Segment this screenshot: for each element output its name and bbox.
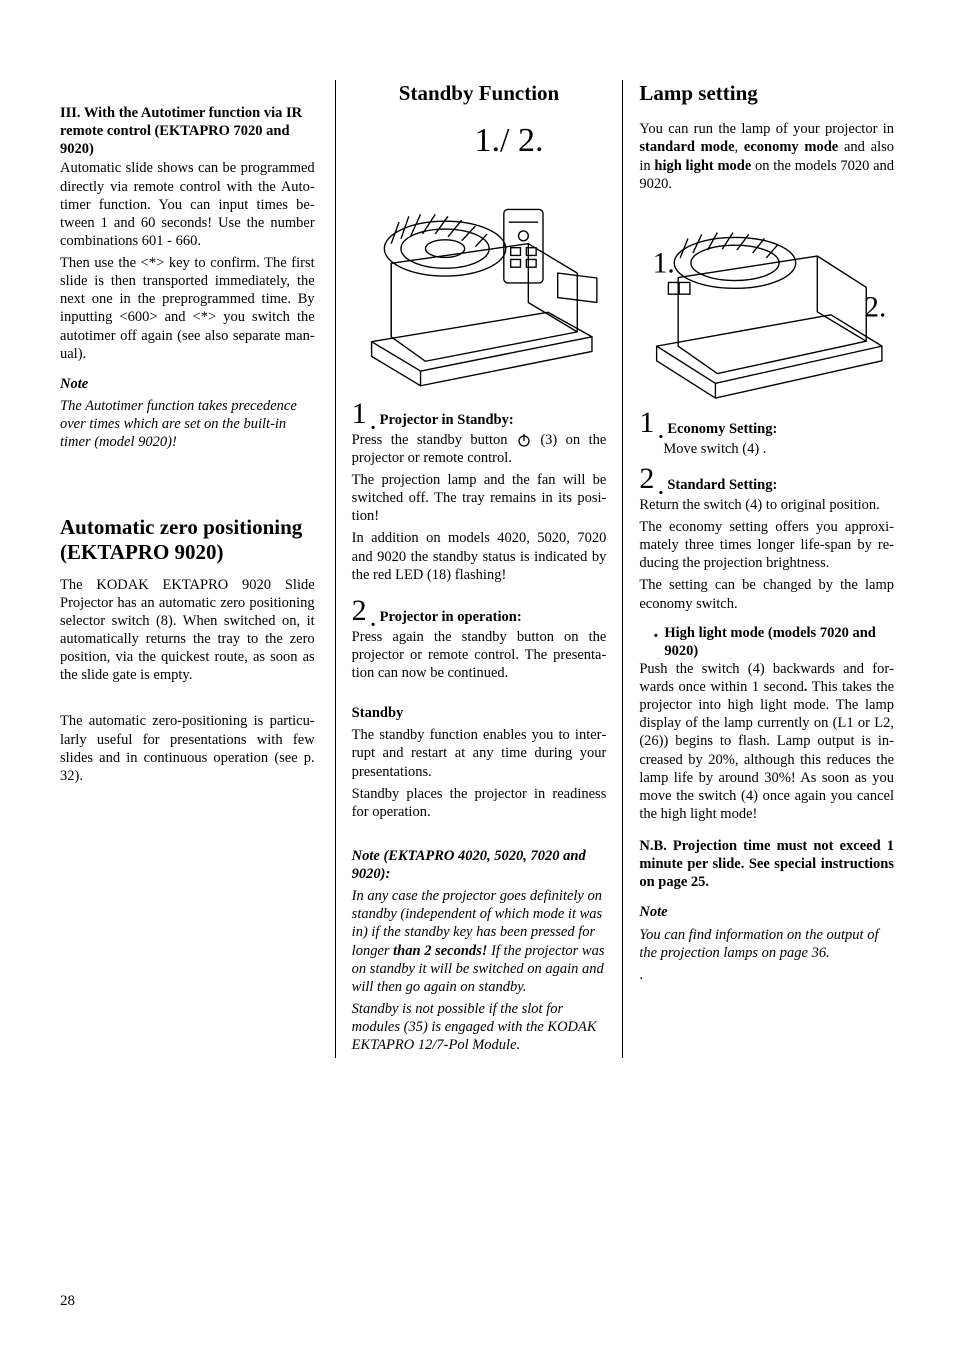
autozero-title: Automatic zero positioning (EKTAPRO 9020…	[60, 515, 315, 565]
lamp-step2-p2: The economy setting offers you approxi­m…	[639, 518, 894, 572]
column-3: Lamp setting You can run the lamp of you…	[622, 80, 894, 1058]
step2-head: Projector in operation:	[380, 608, 522, 626]
step2-p1: Press again the standby button on the pr…	[352, 628, 607, 682]
lamp-step1-heading: 1 . Economy Setting:	[639, 408, 894, 438]
hlm-head: High light mode (models 7020 and 9020)	[664, 624, 894, 660]
standby-p1: The standby function enables you to inte…	[352, 726, 607, 780]
nb-text: N.B. Projection time must not exceed 1 m…	[639, 837, 894, 891]
lamp-step1-num: 1	[639, 408, 654, 438]
lamp-note-body: You can find information on the output o…	[639, 926, 894, 962]
lamp-title: Lamp setting	[639, 80, 894, 106]
col2-note-head: Note (EKTAPRO 4020, 5020, 7020 and 9020)…	[352, 847, 607, 883]
lamp-step1-head: Economy Setting:	[667, 420, 777, 438]
lamp-figure: 1. 2.	[639, 207, 894, 402]
hlm-body: Push the switch (4) backwards and for­wa…	[639, 660, 894, 823]
bullet-dot: .	[371, 614, 376, 626]
step1-number: 1	[352, 399, 367, 429]
lamp-fig-label-1: 1.	[653, 247, 675, 279]
standby-icon	[516, 433, 532, 447]
standby-p2: Standby places the projector in readines…	[352, 785, 607, 821]
projector-illustration	[352, 163, 607, 393]
step1-p2: The projection lamp and the fan will be …	[352, 471, 607, 525]
step2-heading: 2 . Projector in operation:	[352, 596, 607, 626]
col2-note-body: In any case the projector goes definitel…	[352, 887, 607, 996]
hlm-heading: . High light mode (models 7020 and 9020)	[639, 621, 894, 660]
lamp-intro: You can run the lamp of your projector i…	[639, 120, 894, 193]
lamp-step2-head: Standard Setting:	[667, 476, 777, 494]
lamp-illustration: 1. 2.	[639, 207, 894, 402]
step1-p3: In addition on models 4020, 5020, 7020 a…	[352, 529, 607, 583]
lamp-step2-num: 2	[639, 464, 654, 494]
page-columns: III. With the Autotimer function via IR …	[60, 80, 894, 1058]
autozero-p2: The automatic zero-positioning is partic…	[60, 712, 315, 785]
standby-figure: 1./ 2.	[352, 120, 607, 393]
autotimer-note-label: Note	[60, 375, 315, 393]
autotimer-p1: Automatic slide shows can be programmed …	[60, 159, 315, 250]
standby-title: Standby Function	[352, 80, 607, 106]
step1-head: Projector in Standby:	[380, 411, 514, 429]
bullet-dot: .	[658, 426, 663, 438]
lamp-step1-body: Move switch (4) .	[639, 440, 894, 458]
lamp-step2-p3: The setting can be changed by the lamp e…	[639, 576, 894, 612]
standby-fig-label: 1./ 2.	[352, 120, 607, 163]
autotimer-p2: Then use the <*> key to confirm. The fir…	[60, 254, 315, 363]
column-1: III. With the Autotimer function via IR …	[60, 80, 319, 1058]
lamp-note-label: Note	[639, 903, 894, 921]
step2-number: 2	[352, 596, 367, 626]
autotimer-note-body: The Autotimer function takes prece­dence…	[60, 397, 315, 451]
col2-note-body2: Standby is not possible if the slot for …	[352, 1000, 607, 1054]
trailing-dot: .	[639, 966, 894, 984]
lamp-step2-p1: Return the switch (4) to original positi…	[639, 496, 894, 514]
lamp-step2-heading: 2 . Standard Setting:	[639, 464, 894, 494]
standby-head: Standby	[352, 704, 607, 722]
autotimer-title: III. With the Autotimer function via IR …	[60, 104, 315, 158]
step1-heading: 1 . Projector in Standby:	[352, 399, 607, 429]
column-2: Standby Function 1./ 2.	[335, 80, 607, 1058]
bullet-dot: .	[653, 621, 658, 641]
step1-p1: Press the standby button (3) on the proj…	[352, 431, 607, 467]
page-number: 28	[60, 1292, 75, 1311]
autozero-p1: The KODAK EKTAPRO 9020 Slide Projec­tor …	[60, 576, 315, 685]
lamp-fig-label-2: 2.	[865, 291, 887, 323]
step1-text-before: Press the standby button	[352, 432, 516, 448]
bullet-dot: .	[371, 417, 376, 429]
bullet-dot: .	[658, 482, 663, 494]
